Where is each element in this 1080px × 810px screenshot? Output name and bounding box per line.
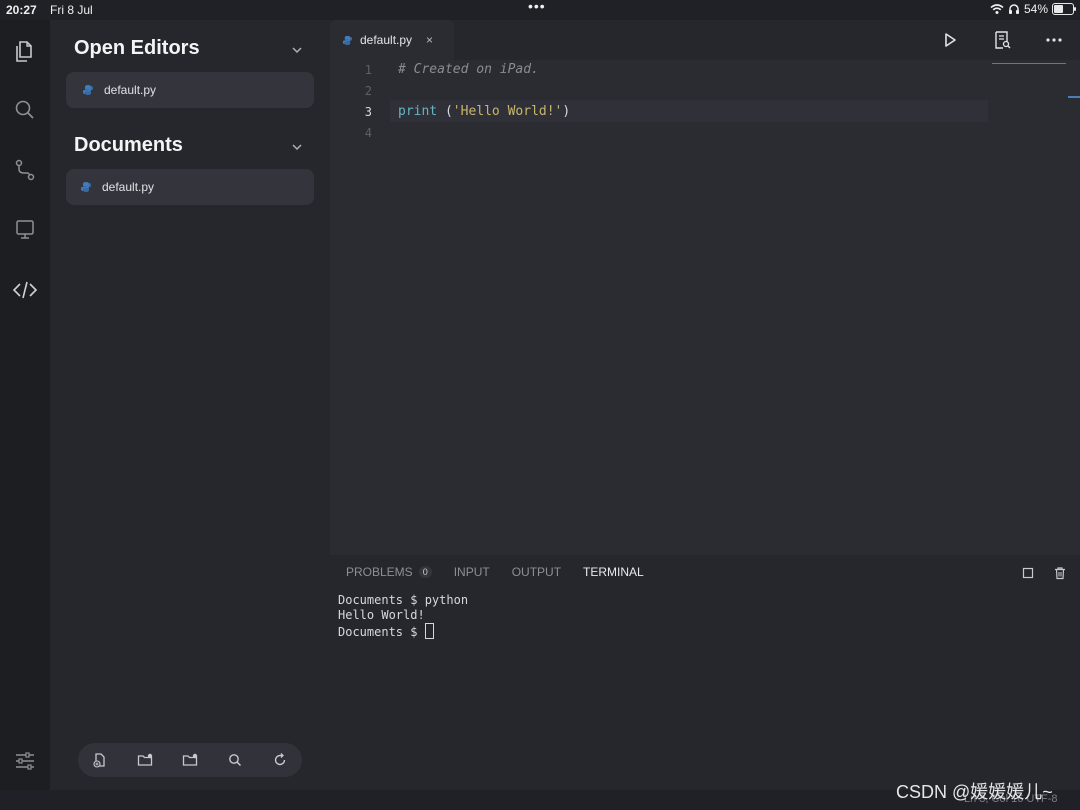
tab-output-label: OUTPUT — [511, 565, 562, 579]
maximize-panel-icon[interactable] — [1021, 566, 1035, 580]
code-comment: # Created on iPad. — [398, 62, 539, 77]
settings-sliders-icon[interactable] — [13, 749, 37, 773]
code-icon[interactable] — [12, 277, 38, 303]
line-number: 2 — [364, 84, 372, 98]
status-bar: 20:27 Fri 8 Jul ••• 54% — [0, 0, 1080, 20]
terminal-line: Hello World! — [338, 608, 425, 622]
tab-input-label: INPUT — [453, 565, 490, 579]
open-folder-icon[interactable] — [182, 752, 198, 768]
source-control-icon[interactable] — [12, 157, 38, 183]
tab-problems-label: PROBLEMS — [346, 565, 413, 579]
files-icon[interactable] — [12, 38, 38, 64]
problems-count-badge: 0 — [418, 566, 432, 578]
code-punctuation: ) — [562, 104, 571, 119]
run-icon[interactable] — [940, 30, 960, 50]
tab-input[interactable]: INPUT — [454, 565, 490, 579]
remote-icon[interactable] — [12, 217, 38, 243]
documents-title[interactable]: Documents — [74, 134, 183, 157]
terminal-prompt: Documents $ — [338, 625, 425, 639]
tab-terminal[interactable]: TERMINAL — [583, 565, 644, 579]
editor-tab-default-py[interactable]: default.py × — [330, 20, 454, 60]
more-options-icon[interactable] — [1044, 30, 1064, 50]
code-string: 'Hello World!' — [452, 104, 563, 119]
battery-icon — [1052, 3, 1076, 15]
activity-bar — [0, 20, 50, 790]
new-file-icon[interactable] — [92, 752, 108, 768]
explorer-sidebar: Open Editors default.py Documents defaul… — [50, 20, 330, 790]
search-icon[interactable] — [227, 752, 243, 768]
terminal-cursor — [424, 623, 434, 639]
preview-doc-icon[interactable] — [992, 30, 1012, 50]
wifi-icon — [990, 4, 1004, 14]
watermark: CSDN @媛媛媛儿~ — [896, 782, 1053, 802]
bottom-panel: PROBLEMS 0 INPUT OUTPUT TERMINAL Documen… — [330, 555, 1080, 790]
search-icon[interactable] — [12, 97, 38, 123]
python-file-icon — [81, 182, 91, 192]
date: Fri 8 Jul — [50, 3, 93, 17]
clock: 20:27 — [6, 3, 37, 17]
terminal-line: Documents $ python — [338, 593, 469, 607]
editor-tab-bar: default.py × — [330, 20, 1080, 60]
refresh-icon[interactable] — [272, 752, 288, 768]
open-editor-filename: default.py — [104, 83, 157, 97]
python-file-icon — [83, 85, 93, 95]
open-editors-title[interactable]: Open Editors — [74, 37, 200, 60]
tab-output[interactable]: OUTPUT — [512, 565, 561, 579]
documents-filename: default.py — [102, 180, 155, 194]
tab-problems[interactable]: PROBLEMS 0 — [346, 565, 432, 579]
multitask-dots[interactable]: ••• — [528, 0, 546, 14]
explorer-toolbar — [78, 743, 302, 777]
chevron-down-icon[interactable] — [290, 140, 304, 154]
code-function: print — [398, 104, 438, 119]
documents-file[interactable]: default.py — [66, 169, 314, 205]
minimap[interactable] — [992, 63, 1066, 64]
line-number: 1 — [364, 63, 372, 77]
new-folder-icon[interactable] — [137, 752, 153, 768]
headphones-icon — [1008, 4, 1019, 14]
editor-area: default.py × 1 # Created on iPad. 2 3 pr… — [330, 20, 1080, 790]
tab-close-button[interactable]: × — [426, 33, 433, 47]
line-number: 3 — [364, 105, 372, 119]
trash-icon[interactable] — [1053, 566, 1067, 580]
tab-terminal-label: TERMINAL — [583, 565, 644, 579]
tab-label: default.py — [360, 33, 413, 47]
python-file-icon — [342, 35, 353, 45]
code-line: print ('Hello World!') — [398, 102, 570, 122]
terminal-output[interactable]: Documents $ python Hello World! Document… — [338, 593, 468, 640]
scrollbar-indicator[interactable] — [1068, 96, 1080, 98]
chevron-down-icon[interactable] — [290, 43, 304, 57]
open-editor-file[interactable]: default.py — [66, 72, 314, 108]
code-punctuation: ( — [437, 104, 453, 119]
line-number: 4 — [364, 126, 372, 140]
battery-percent: 54% — [1023, 2, 1048, 16]
